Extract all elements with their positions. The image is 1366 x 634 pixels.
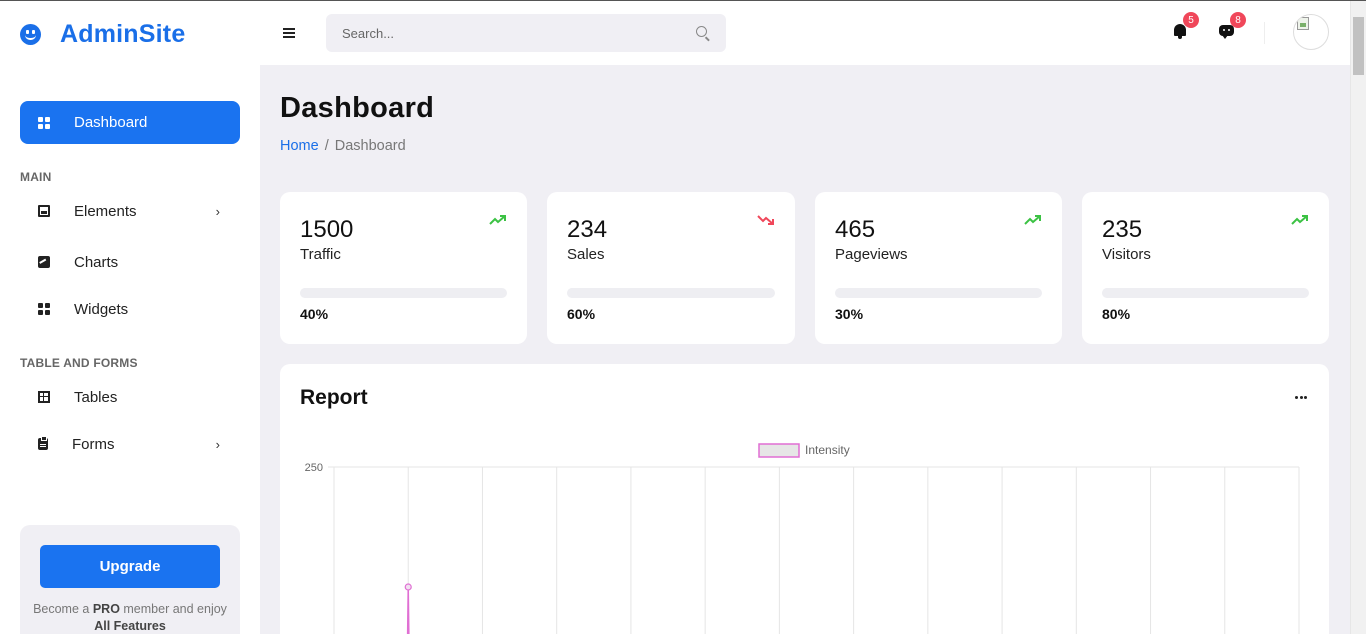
trending-up-icon: [1024, 215, 1041, 225]
sidebar-item-dashboard[interactable]: Dashboard: [20, 101, 240, 144]
clipboard-icon: [38, 436, 48, 450]
upgrade-text: Become a PRO member and enjoy All Featur…: [30, 601, 230, 634]
upgrade-text-features: All Features: [94, 619, 166, 633]
sidebar-item-label: Widgets: [74, 300, 129, 318]
breadcrumb-separator: /: [324, 138, 329, 154]
progress-fill: [1102, 288, 1268, 298]
stat-card-visitors: 235 Visitors 80%: [1082, 192, 1329, 344]
stat-value: 465: [835, 216, 876, 243]
sidebar-item-tables[interactable]: Tables: [20, 382, 240, 412]
trending-down-icon: [757, 215, 774, 225]
progress-bar: [1102, 288, 1309, 298]
trending-up-icon: [1291, 215, 1308, 225]
stat-label: Sales: [567, 246, 605, 263]
table-icon: [38, 391, 50, 403]
chevron-right-icon: ›: [215, 437, 220, 452]
brand-name: AdminSite: [60, 19, 186, 48]
sidebar-item-label: Forms: [72, 435, 115, 453]
stat-card-sales: 234 Sales 60%: [547, 192, 795, 344]
progress-fill: [300, 288, 383, 298]
upgrade-box: Upgrade Become a PRO member and enjoy Al…: [20, 525, 240, 634]
window-top-border: [0, 0, 1366, 1]
breadcrumb-current: Dashboard: [334, 138, 406, 154]
page-scrollbar[interactable]: [1350, 0, 1366, 634]
page-title: Dashboard: [280, 92, 435, 124]
stat-value: 235: [1102, 216, 1143, 243]
stat-percent: 40%: [300, 306, 329, 322]
brand[interactable]: AdminSite: [20, 20, 185, 48]
report-chart: 250 Intensity: [305, 443, 1300, 634]
trending-up-icon: [489, 215, 506, 225]
sidebar-item-label: Charts: [74, 253, 119, 271]
sidebar-item-elements[interactable]: Elements ›: [20, 196, 240, 226]
stat-card-traffic: 1500 Traffic 40%: [280, 192, 527, 344]
progress-fill: [567, 288, 692, 298]
bell-icon[interactable]: [1173, 24, 1187, 39]
messages-badge: 8: [1230, 12, 1246, 28]
dashboard-icon: [38, 116, 50, 129]
section-title-table-forms: TABLE AND FORMS: [20, 356, 138, 370]
breadcrumb: Home / Dashboard: [280, 138, 406, 154]
legend-swatch: [758, 443, 800, 458]
sidebar-item-label: Elements: [74, 202, 137, 220]
progress-bar: [567, 288, 775, 298]
sidebar-item-label: Dashboard: [74, 114, 148, 131]
section-title-main: MAIN: [20, 170, 52, 184]
stat-percent: 80%: [1102, 306, 1131, 322]
sidebar-item-charts[interactable]: Charts: [20, 247, 240, 277]
upgrade-text-part: member and enjoy: [119, 602, 227, 616]
notifications-badge: 5: [1183, 12, 1199, 28]
widgets-icon: [38, 303, 50, 315]
sidebar-item-widgets[interactable]: Widgets: [20, 294, 240, 324]
stat-label: Pageviews: [835, 246, 908, 263]
stat-label: Visitors: [1102, 246, 1151, 263]
smiley-logo-icon: [20, 23, 41, 45]
search-icon[interactable]: [696, 26, 707, 37]
legend-label: Intensity: [805, 443, 850, 457]
upgrade-text-pro: PRO: [92, 602, 120, 616]
sidebar: AdminSite Dashboard MAIN Elements › Char…: [0, 0, 260, 634]
report-card: Report 250 Intensity: [280, 364, 1329, 634]
search-box: [326, 14, 726, 52]
breadcrumb-home[interactable]: Home: [280, 138, 319, 154]
search-input[interactable]: [326, 14, 686, 52]
image-icon: [38, 205, 50, 217]
data-point: [404, 583, 412, 591]
series-line: [407, 586, 410, 634]
stat-value: 1500: [300, 216, 354, 243]
broken-image-icon: [1297, 17, 1309, 30]
topbar-divider: [1264, 22, 1265, 44]
sidebar-item-forms[interactable]: Forms ›: [20, 429, 240, 459]
stat-card-pageviews: 465 Pageviews 30%: [815, 192, 1062, 344]
stat-label: Traffic: [300, 246, 341, 263]
hamburger-menu-icon[interactable]: [283, 28, 295, 38]
stat-percent: 60%: [567, 306, 596, 322]
topbar: 5 8: [260, 0, 1350, 65]
y-tick-label: 250: [305, 462, 323, 474]
avatar[interactable]: [1293, 14, 1329, 50]
upgrade-text-part: Become a: [33, 602, 93, 616]
scrollbar-thumb[interactable]: [1353, 17, 1364, 75]
progress-bar: [300, 288, 507, 298]
chevron-right-icon: ›: [215, 204, 220, 219]
stat-value: 234: [567, 216, 608, 243]
stat-percent: 30%: [835, 306, 864, 322]
progress-bar: [835, 288, 1042, 298]
chat-icon[interactable]: [1219, 25, 1234, 39]
progress-fill: [835, 288, 898, 298]
upgrade-button[interactable]: Upgrade: [40, 545, 220, 588]
chart-icon: [38, 256, 50, 268]
sidebar-item-label: Tables: [74, 388, 118, 406]
